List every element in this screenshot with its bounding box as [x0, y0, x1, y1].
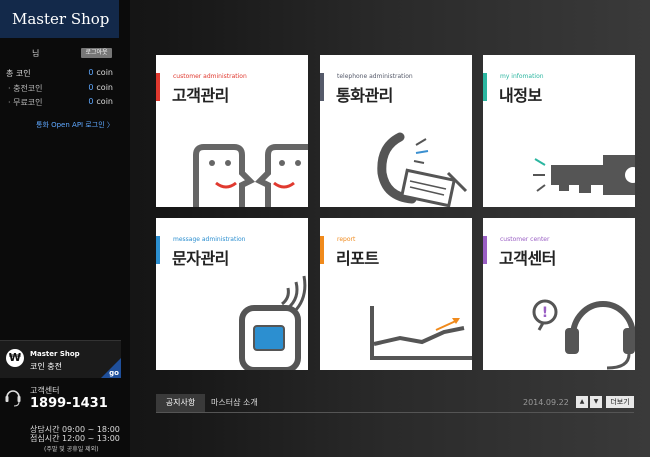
tile-message-administration[interactable]: message administration 문자관리	[156, 218, 308, 370]
user-name-suffix: 님	[32, 49, 40, 58]
tile-my-information[interactable]: my infomation 내정보	[483, 55, 635, 207]
tile-report[interactable]: report 리포트	[320, 218, 472, 370]
charge-title: Master Shop	[30, 350, 80, 358]
customer-center-phone: 1899-1431	[30, 396, 108, 411]
headset-icon	[5, 390, 21, 407]
logo[interactable]: Master Shop	[0, 0, 119, 38]
tab-masterpro-intro[interactable]: 마스터샵 소개	[211, 394, 258, 412]
key-icon	[533, 155, 635, 195]
lunch-hours: 점심시간 12:00 ~ 13:00	[30, 434, 120, 443]
go-label[interactable]: go	[109, 369, 119, 377]
customer-center-label: 고객센터	[30, 386, 60, 395]
open-api-login-link[interactable]: 통화 Open API 로그인 〉	[36, 120, 114, 130]
hours-note: (주말 및 공휴일 제외)	[44, 446, 99, 453]
notice-next-button[interactable]: ▼	[590, 396, 602, 408]
tile-customer-center[interactable]: customer center 고객센터 !	[483, 218, 635, 370]
telephone-icon	[377, 132, 468, 207]
notice-divider	[156, 412, 634, 413]
mobile-phone-icon	[239, 275, 307, 370]
won-icon: ₩	[6, 349, 24, 367]
tile-customer-administration[interactable]: customer administration 고객관리	[156, 55, 308, 207]
coin-charge-banner[interactable]: ₩ Master Shop 코인 충전 go	[0, 340, 121, 378]
faces-icon	[193, 144, 308, 207]
headset-question-icon: !	[532, 299, 635, 370]
notice-date: 2014.09.22	[523, 398, 569, 407]
total-coin-value: 0 coin	[88, 68, 113, 77]
svg-text:!: !	[542, 305, 548, 321]
report-chart-icon	[370, 306, 472, 360]
total-coin-row: 총 코인 0 coin	[0, 68, 130, 80]
charge-subtitle: 코인 충전	[30, 362, 62, 371]
charged-coin-label: · 충전코인	[8, 84, 43, 93]
free-coin-row: · 무료코인 0 coin	[0, 97, 130, 109]
charged-coin-value: 0 coin	[88, 83, 113, 92]
logout-button[interactable]: 로그아웃	[81, 48, 112, 58]
notice-prev-button[interactable]: ▲	[576, 396, 588, 408]
free-coin-label: · 무료코인	[8, 98, 43, 107]
user-row: 님 로그아웃	[0, 47, 130, 61]
free-coin-value: 0 coin	[88, 97, 113, 106]
sidebar: Master Shop 님 로그아웃 총 코인 0 coin · 충전코인 0 co…	[0, 0, 130, 457]
total-coin-label: 총 코인	[6, 69, 31, 78]
more-button[interactable]: 더보기	[606, 396, 634, 408]
tile-telephone-administration[interactable]: telephone administration 통화관리	[320, 55, 472, 207]
tab-notices[interactable]: 공지사항	[156, 394, 205, 412]
charged-coin-row: · 충전코인 0 coin	[0, 83, 130, 95]
